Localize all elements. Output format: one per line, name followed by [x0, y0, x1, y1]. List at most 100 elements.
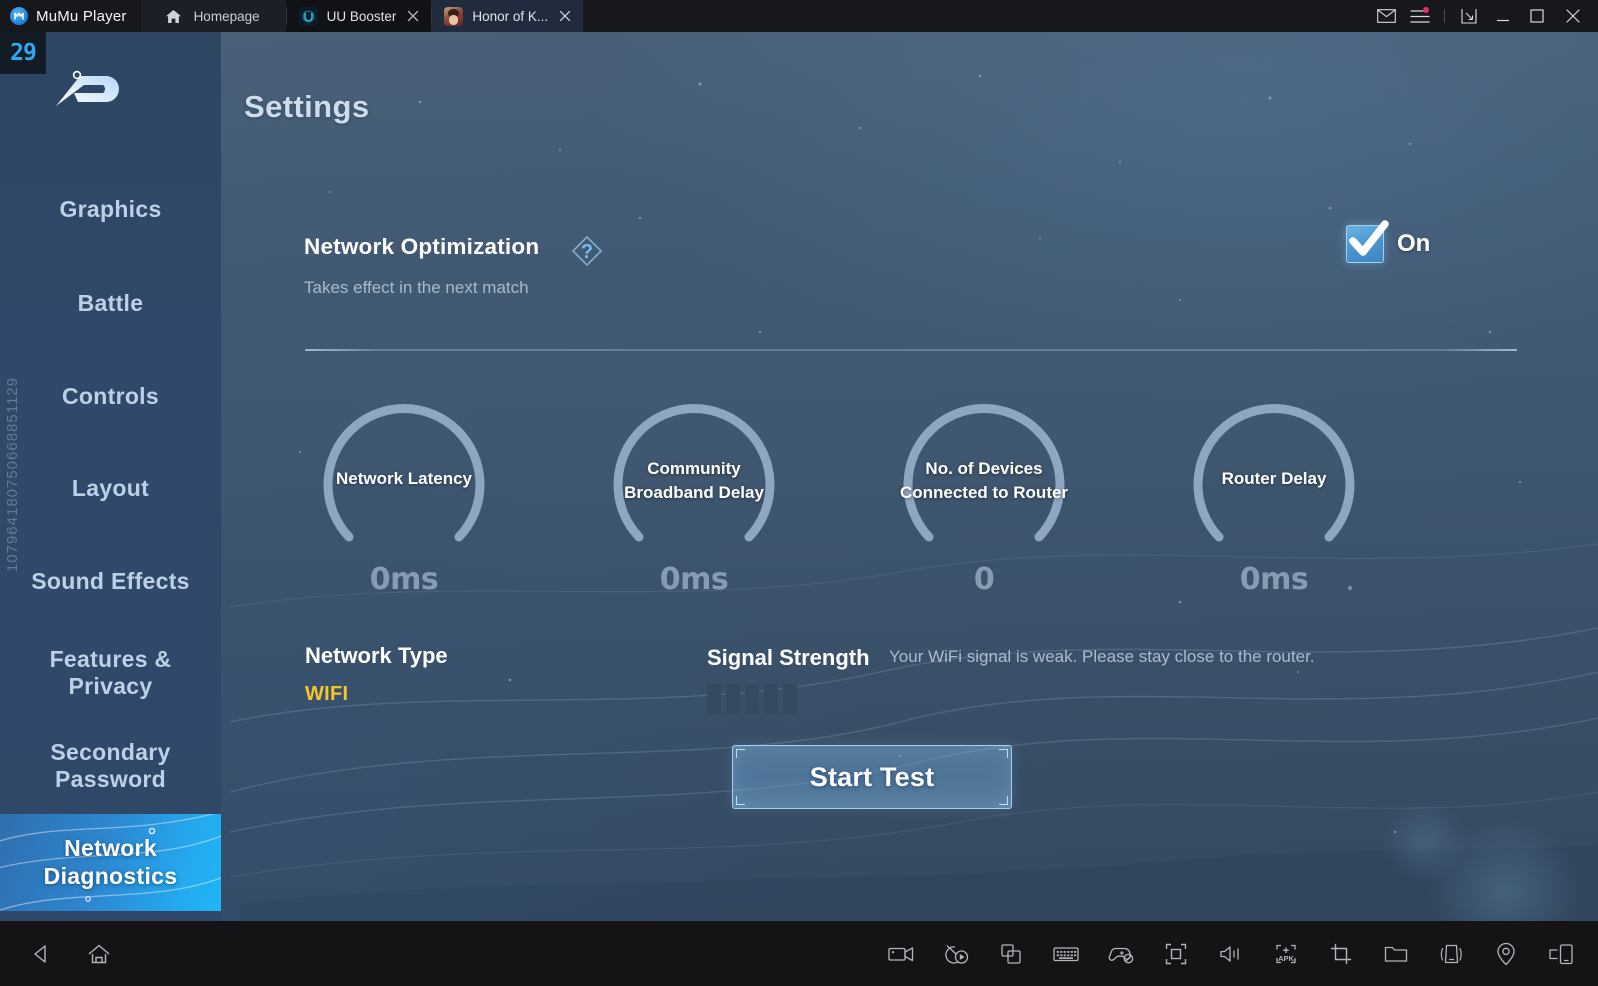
corner-accent	[736, 749, 745, 758]
signal-bar	[764, 684, 778, 714]
install-apk-icon[interactable]: APK	[1267, 935, 1305, 973]
svg-text:APK: APK	[1278, 954, 1294, 963]
sidebar-item-secondary-password[interactable]: Secondary Password	[0, 718, 221, 814]
gamepad-disabled-icon[interactable]	[1102, 935, 1140, 973]
sidebar-item-label: Controls	[62, 383, 159, 410]
titlebar-spacer	[583, 0, 1369, 32]
notification-badge	[1423, 7, 1429, 13]
gauge-value: 0ms	[595, 562, 793, 597]
sidebar-item-label: Network Diagnostics	[44, 835, 178, 889]
navigation-buttons	[0, 935, 118, 973]
settings-content: Settings Network Optimization ? Takes ef…	[221, 32, 1598, 921]
sidebar-nav: Basic Graphics Battle Controls Layout So…	[0, 116, 221, 911]
settings-sidebar: 29 107964180750668851129 Basic Graphics	[0, 32, 221, 921]
location-icon[interactable]	[1487, 935, 1525, 973]
sidebar-item-sound-effects[interactable]: Sound Effects	[0, 535, 221, 628]
corner-accent	[736, 796, 745, 805]
gauge-label: Router Delay	[1175, 467, 1373, 491]
sidebar-item-controls[interactable]: Controls	[0, 351, 221, 443]
shrink-window-icon[interactable]	[1452, 0, 1486, 32]
checkbox-checked-icon[interactable]	[1346, 225, 1384, 263]
question-diamond-icon[interactable]: ?	[568, 232, 606, 270]
minimize-icon[interactable]	[1486, 0, 1520, 32]
app-brand: MuMu Player	[0, 0, 141, 32]
gauge-label: Network Latency	[305, 467, 503, 491]
network-optimization-toggle[interactable]: On	[1346, 225, 1430, 263]
record-video-icon[interactable]	[882, 935, 920, 973]
svg-text:?: ?	[581, 241, 593, 263]
gauge-value: 0ms	[1175, 562, 1373, 597]
signal-bar	[726, 684, 740, 714]
gauge-devices-connected: No. of Devices Connected to Router 0	[885, 372, 1083, 617]
start-test-label: Start Test	[810, 762, 935, 793]
gauge-value: 0	[885, 562, 1083, 597]
emulator-tools: APK	[882, 935, 1598, 973]
network-type-value: WIFI	[305, 683, 348, 706]
tab-label: Honor of K...	[472, 9, 548, 24]
sidebar-item-label: Sound Effects	[31, 568, 190, 595]
keyboard-icon[interactable]	[1047, 935, 1085, 973]
homepage-tab[interactable]: Homepage	[141, 0, 286, 32]
sidebar-item-label: Layout	[72, 475, 149, 502]
sidebar-item-label: Battle	[78, 290, 144, 317]
close-icon[interactable]	[1554, 0, 1592, 32]
sidebar-item-battle[interactable]: Battle	[0, 257, 221, 351]
divider	[1444, 9, 1445, 23]
shared-folder-icon[interactable]	[1377, 935, 1415, 973]
gauge-router-delay: Router Delay 0ms	[1175, 372, 1373, 617]
rotate-screen-icon[interactable]	[1542, 935, 1580, 973]
fps-counter: 29	[0, 32, 46, 74]
window-controls	[1369, 0, 1598, 32]
titlebar: MuMu Player Homepage UU Booster Honor of…	[0, 0, 1598, 32]
signal-bar	[783, 684, 797, 714]
gauge-network-latency: Network Latency 0ms	[305, 372, 503, 617]
volume-icon[interactable]	[1212, 935, 1250, 973]
back-icon[interactable]	[22, 935, 60, 973]
gauge-label: Community Broadband Delay	[595, 457, 793, 505]
network-type-label: Network Type	[305, 643, 448, 669]
macro-record-icon[interactable]	[937, 935, 975, 973]
shake-device-icon[interactable]	[1432, 935, 1470, 973]
signal-strength-bars	[707, 684, 797, 714]
tab-honor-of-kings[interactable]: Honor of K...	[431, 0, 583, 32]
tab-uu-booster[interactable]: UU Booster	[286, 0, 432, 32]
sidebar-item-label: Secondary Password	[50, 739, 170, 793]
screenshot-crop-icon[interactable]	[1322, 935, 1360, 973]
signal-strength-hint: Your WiFi signal is weak. Please stay cl…	[889, 647, 1315, 667]
section-divider	[305, 349, 1517, 351]
gauge-community-broadband-delay: Community Broadband Delay 0ms	[595, 372, 793, 617]
network-optimization-title: Network Optimization	[304, 234, 539, 260]
page-title: Settings	[244, 89, 370, 125]
multi-instance-icon[interactable]	[992, 935, 1030, 973]
sidebar-item-graphics[interactable]: Graphics	[0, 162, 221, 257]
sidebar-item-label: Graphics	[59, 196, 161, 223]
gauge-value: 0ms	[305, 562, 503, 597]
sidebar-item-basic[interactable]: Basic	[0, 116, 221, 162]
close-icon[interactable]	[557, 8, 573, 24]
toggle-label: On	[1397, 230, 1430, 258]
signal-strength-label: Signal Strength	[707, 645, 870, 671]
close-icon[interactable]	[405, 8, 421, 24]
sidebar-item-network-diagnostics[interactable]: Network Diagnostics	[0, 814, 221, 911]
network-optimization-subtitle: Takes effect in the next match	[304, 278, 529, 298]
emulator-toolbar: APK	[0, 921, 1598, 986]
start-test-button[interactable]: Start Test	[732, 745, 1012, 809]
sidebar-item-features-privacy[interactable]: Features & Privacy	[0, 628, 221, 718]
tab-separator	[431, 7, 432, 25]
uu-booster-icon	[299, 7, 318, 26]
sidebar-item-label: Features & Privacy	[50, 646, 172, 700]
fullscreen-icon[interactable]	[1157, 935, 1195, 973]
tab-label: UU Booster	[327, 9, 397, 24]
mail-icon[interactable]	[1369, 0, 1403, 32]
maximize-icon[interactable]	[1520, 0, 1554, 32]
game-logo-icon	[44, 60, 134, 116]
fps-value: 29	[10, 40, 36, 66]
mumu-logo-icon	[10, 7, 28, 25]
menu-icon[interactable]	[1403, 0, 1437, 32]
homepage-label: Homepage	[194, 9, 260, 24]
sidebar-item-layout[interactable]: Layout	[0, 443, 221, 535]
sidebar-item-label: Basic	[79, 116, 142, 119]
home-icon[interactable]	[80, 935, 118, 973]
signal-bar	[745, 684, 759, 714]
app-title: MuMu Player	[36, 8, 127, 25]
